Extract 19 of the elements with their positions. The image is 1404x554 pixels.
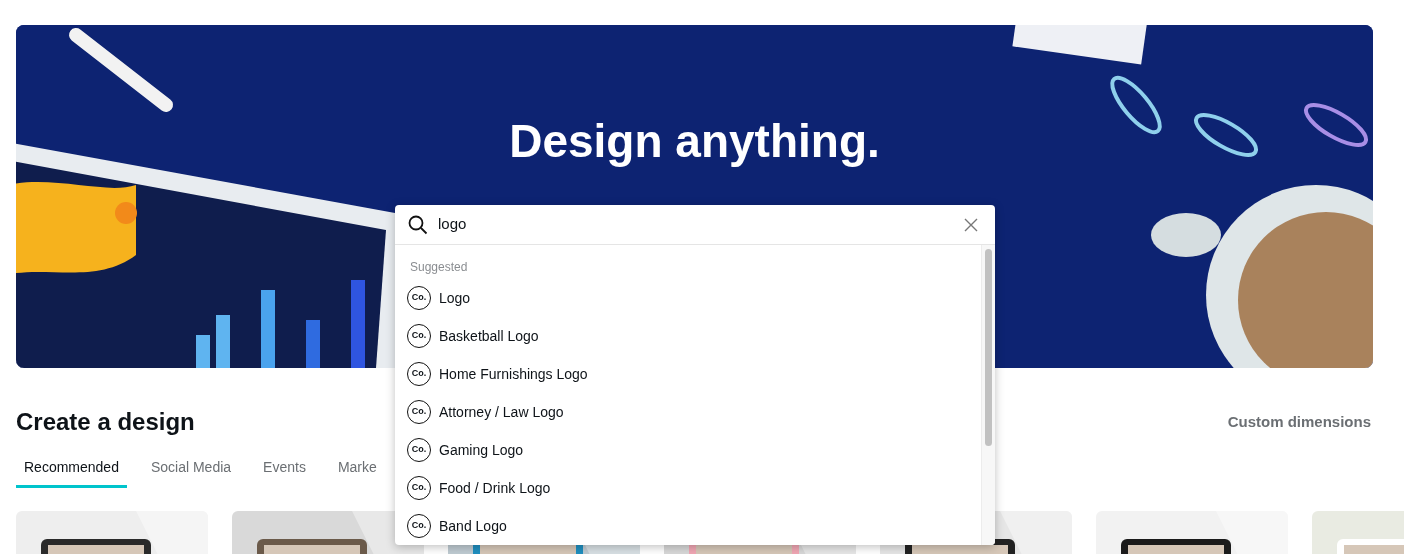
- suggestion-item[interactable]: Co. Attorney / Law Logo: [395, 393, 981, 431]
- section-title: Create a design: [16, 407, 195, 437]
- search-icon: [408, 214, 428, 235]
- suggestion-item[interactable]: Co. Basketball Logo: [395, 317, 981, 355]
- suggestion-item[interactable]: Co. Home Furnishings Logo: [395, 355, 981, 393]
- suggestion-item[interactable]: Co. Band Logo: [395, 507, 981, 545]
- search-field[interactable]: logo: [438, 213, 964, 236]
- hero-title: Design anything.: [509, 114, 880, 169]
- category-tab[interactable]: Recommended: [16, 450, 127, 488]
- category-tab[interactable]: Social Media: [142, 450, 240, 488]
- suggestion-item[interactable]: Co. Gaming Logo: [395, 431, 981, 469]
- suggested-label: Suggested: [409, 259, 469, 276]
- scrollbar[interactable]: [981, 245, 995, 545]
- suggestion-item[interactable]: Co. Logo: [395, 279, 981, 317]
- close-icon[interactable]: [964, 217, 978, 232]
- custom-dimensions-link[interactable]: Custom dimensions: [1227, 410, 1371, 434]
- category-tab[interactable]: Marke: [329, 450, 385, 488]
- suggestion-item[interactable]: Co. Food / Drink Logo: [395, 469, 981, 507]
- category-tab[interactable]: Events: [255, 450, 314, 488]
